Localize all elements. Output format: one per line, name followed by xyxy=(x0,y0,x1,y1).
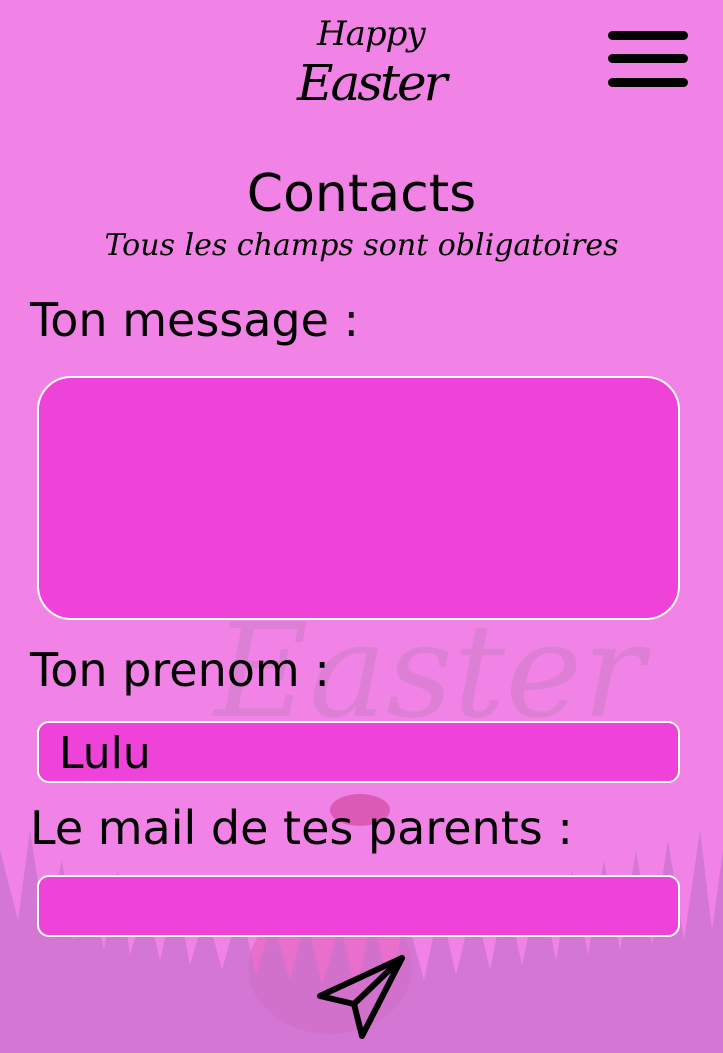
logo-line-2: Easter xyxy=(297,54,448,112)
first-name-value: Lulu xyxy=(59,728,151,779)
parent-email-label: Le mail de tes parents : xyxy=(30,801,573,855)
send-button[interactable] xyxy=(314,952,410,1042)
page-title: Contacts xyxy=(246,164,477,224)
hamburger-menu-icon[interactable] xyxy=(606,28,690,94)
first-name-label: Ton prenom : xyxy=(30,643,330,697)
menu-bar xyxy=(608,78,688,87)
page-subtitle: Tous les champs sont obligatoires xyxy=(104,228,619,263)
paper-plane-send-icon xyxy=(317,955,405,1039)
menu-bar xyxy=(608,31,688,40)
message-textarea[interactable] xyxy=(37,376,680,620)
logo-line-1: Happy xyxy=(317,14,426,54)
message-label: Ton message : xyxy=(30,293,360,347)
happy-easter-logo[interactable]: Happy Easter xyxy=(295,14,448,118)
parent-email-input[interactable] xyxy=(37,875,680,937)
first-name-input[interactable]: Lulu xyxy=(37,721,680,783)
menu-bar xyxy=(608,54,688,63)
